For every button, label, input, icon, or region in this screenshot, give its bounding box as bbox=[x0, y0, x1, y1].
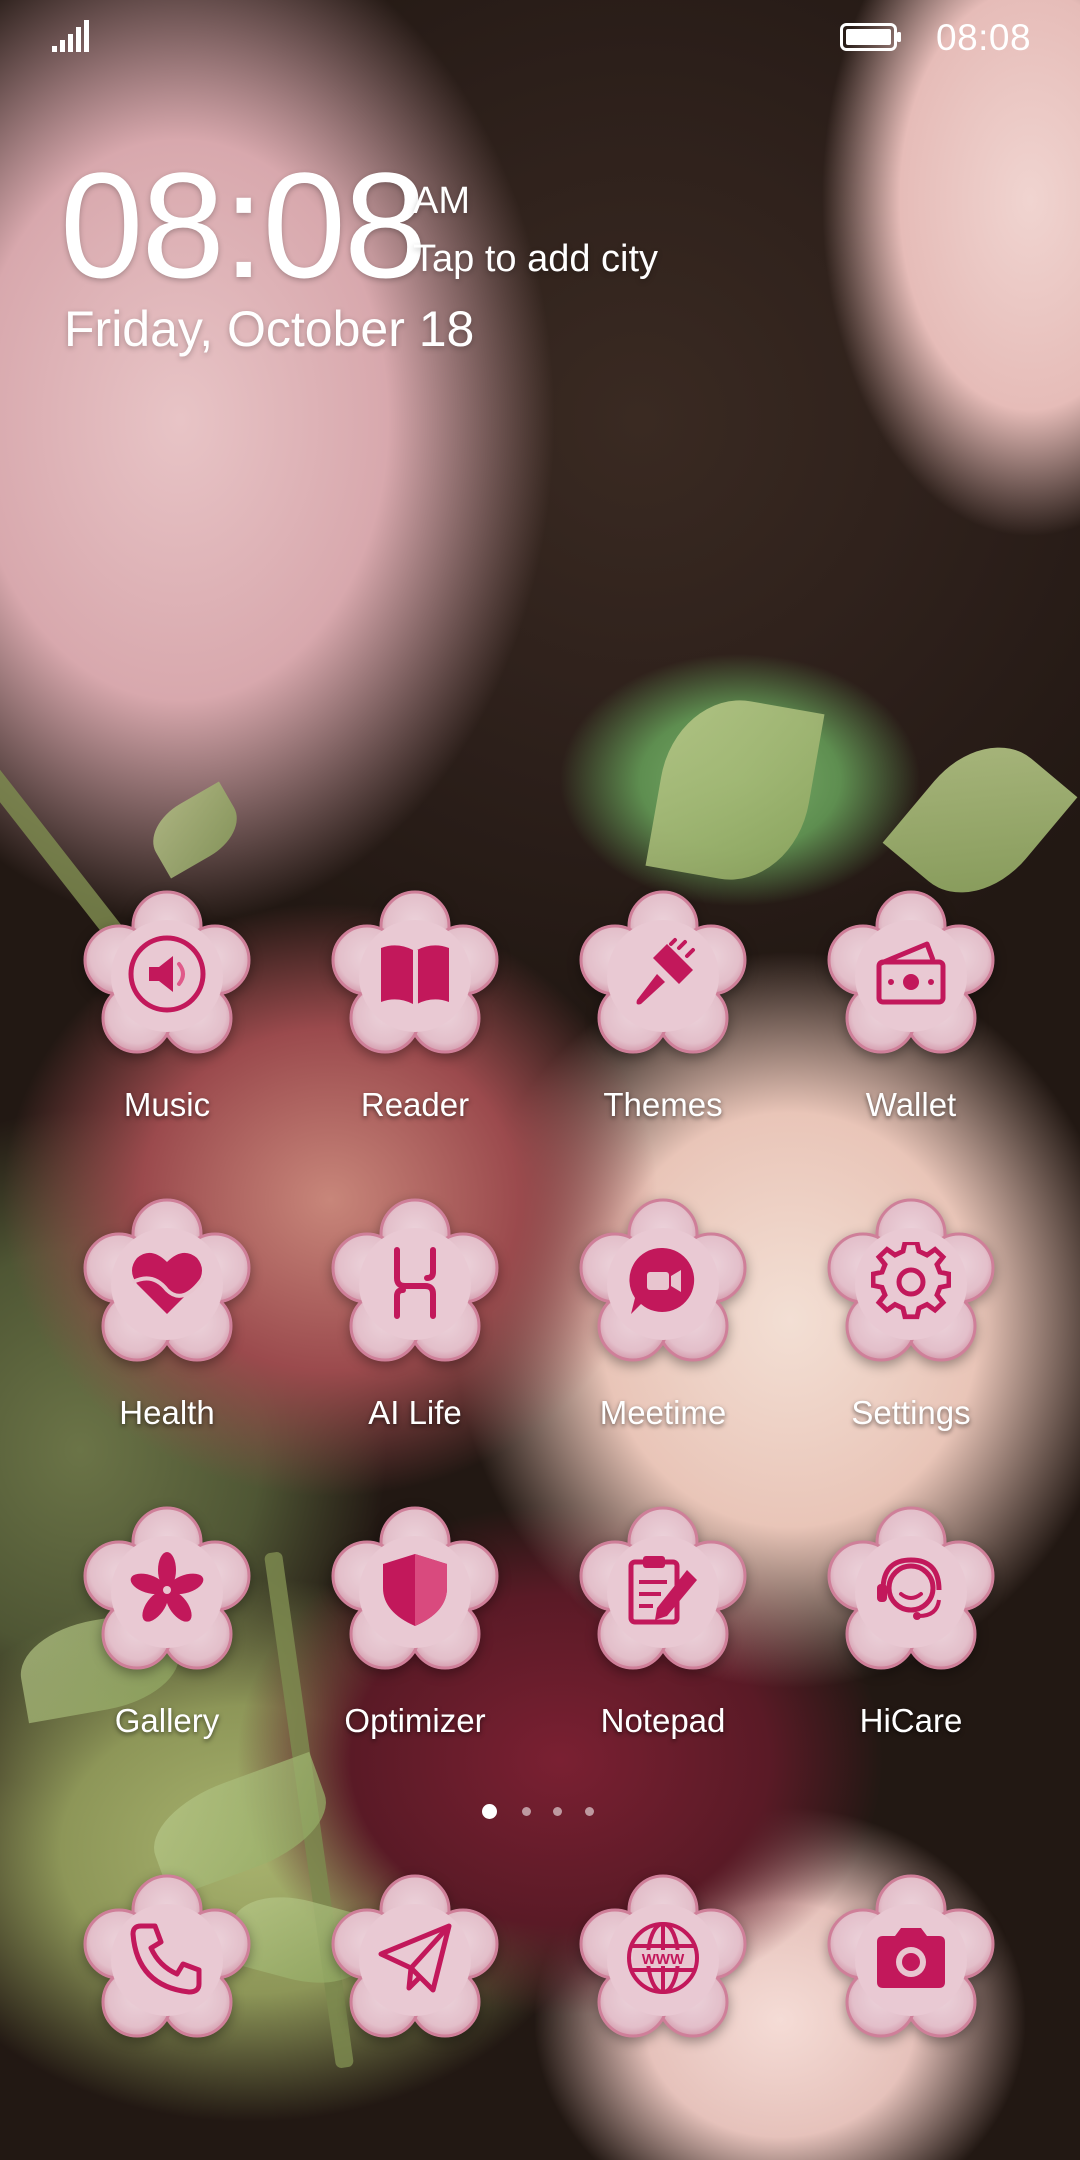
app-icon-tile bbox=[331, 1198, 499, 1366]
dock-phone[interactable] bbox=[57, 1874, 277, 2054]
add-city-link[interactable]: Tap to add city bbox=[413, 238, 658, 281]
app-label: Wallet bbox=[865, 1086, 957, 1123]
page-dot-active[interactable] bbox=[482, 1804, 497, 1819]
app-icon-tile bbox=[83, 1874, 251, 2042]
app-icon-tile bbox=[331, 890, 499, 1058]
app-label: Settings bbox=[851, 1394, 971, 1431]
app-hicare[interactable]: HiCare bbox=[801, 1506, 1021, 1796]
app-label: Meetime bbox=[599, 1394, 727, 1431]
app-reader[interactable]: Reader bbox=[305, 890, 525, 1180]
signal-bars-icon bbox=[52, 20, 89, 52]
app-icon-tile bbox=[83, 1506, 251, 1674]
app-optimizer[interactable]: Optimizer bbox=[305, 1506, 525, 1796]
page-dot[interactable] bbox=[522, 1807, 531, 1816]
app-label: Themes bbox=[603, 1086, 723, 1123]
app-music[interactable]: Music bbox=[57, 890, 277, 1180]
app-themes[interactable]: Themes bbox=[553, 890, 773, 1180]
ai-life-icon bbox=[394, 1247, 436, 1319]
dock-camera[interactable] bbox=[801, 1874, 1021, 2054]
shield-icon bbox=[383, 1554, 447, 1626]
app-icon-tile bbox=[83, 890, 251, 1058]
app-icon-tile bbox=[827, 1198, 995, 1366]
app-label: Reader bbox=[360, 1086, 470, 1123]
app-icon-tile bbox=[579, 890, 747, 1058]
dock-browser[interactable]: WWW bbox=[553, 1874, 773, 2054]
web-browser-icon: WWW bbox=[627, 1922, 699, 1994]
app-label: Gallery bbox=[114, 1702, 220, 1739]
app-settings[interactable]: Settings bbox=[801, 1198, 1021, 1488]
page-dot[interactable] bbox=[585, 1807, 594, 1816]
page-dot[interactable] bbox=[553, 1807, 562, 1816]
gear-icon bbox=[871, 1242, 951, 1320]
app-icon-tile: WWW bbox=[579, 1874, 747, 2042]
svg-text:WWW: WWW bbox=[642, 1951, 685, 1968]
book-icon bbox=[381, 945, 449, 1004]
clock-time: 08:08 bbox=[60, 141, 427, 309]
status-bar: 08:08 bbox=[0, 0, 1080, 72]
app-icon-tile bbox=[827, 1874, 995, 2042]
battery-icon bbox=[840, 23, 901, 51]
app-label: Optimizer bbox=[344, 1702, 486, 1739]
clock-date: Friday, October 18 bbox=[64, 301, 475, 357]
heart-icon bbox=[132, 1252, 205, 1314]
headset-icon bbox=[877, 1557, 942, 1620]
app-icon-tile bbox=[827, 1506, 995, 1674]
app-notepad[interactable]: Notepad bbox=[553, 1506, 773, 1796]
app-label: Notepad bbox=[600, 1702, 726, 1739]
camera-icon bbox=[877, 1928, 945, 1988]
clock-widget[interactable]: 08:08 AM Tap to add city Friday, October… bbox=[60, 150, 760, 370]
wallet-icon bbox=[876, 941, 946, 1005]
video-chat-icon bbox=[629, 1247, 695, 1314]
home-screen: 08:08 08:08 AM Tap to add city Friday, O… bbox=[0, 0, 1080, 2160]
clock-ampm: AM bbox=[413, 180, 470, 222]
app-icon-tile bbox=[579, 1506, 747, 1674]
app-icon-tile bbox=[827, 890, 995, 1058]
app-ai-life[interactable]: AI Life bbox=[305, 1198, 525, 1488]
app-label: HiCare bbox=[859, 1702, 963, 1739]
app-wallet[interactable]: Wallet bbox=[801, 890, 1021, 1180]
page-indicator[interactable] bbox=[482, 1802, 602, 1822]
app-icon-tile bbox=[579, 1198, 747, 1366]
dock-messages[interactable] bbox=[305, 1874, 525, 2054]
paper-plane-icon bbox=[378, 1923, 452, 1993]
app-icon-tile bbox=[331, 1506, 499, 1674]
status-bar-time: 08:08 bbox=[936, 17, 1032, 58]
app-icon-tile bbox=[83, 1198, 251, 1366]
speaker-icon bbox=[128, 935, 206, 1013]
flower-icon bbox=[130, 1552, 204, 1622]
app-gallery[interactable]: Gallery bbox=[57, 1506, 277, 1796]
app-icon-tile bbox=[331, 1874, 499, 2042]
app-label: Health bbox=[119, 1394, 215, 1431]
app-health[interactable]: Health bbox=[57, 1198, 277, 1488]
app-label: AI Life bbox=[368, 1394, 462, 1431]
app-meetime[interactable]: Meetime bbox=[553, 1198, 773, 1488]
paintbrush-icon bbox=[636, 938, 695, 1005]
app-label: Music bbox=[123, 1086, 211, 1123]
notepad-icon bbox=[628, 1556, 697, 1625]
phone-icon bbox=[130, 1923, 202, 1995]
